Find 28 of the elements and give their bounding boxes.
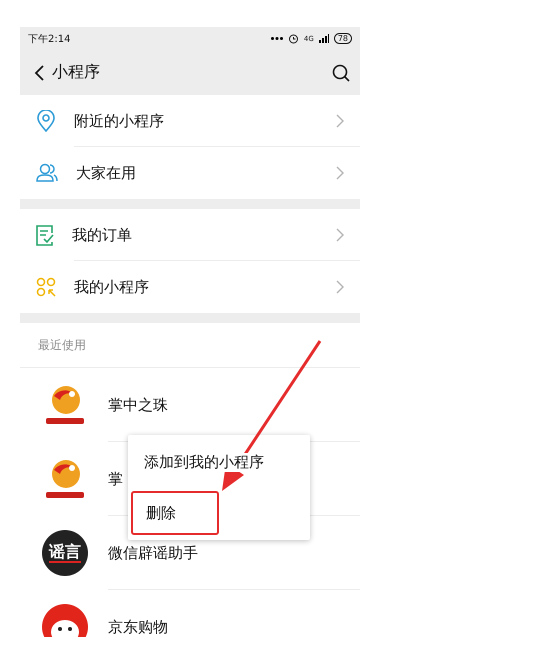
circles-icon (36, 277, 56, 297)
alarm-icon (288, 33, 299, 44)
signal-icon (318, 34, 329, 43)
back-icon[interactable] (34, 64, 44, 80)
battery-level: 78 (334, 33, 352, 44)
mini-program-name[interactable]: 掌中之珠 (108, 396, 168, 414)
menu-item[interactable]: 我的订单 (72, 226, 336, 244)
mini-program-name[interactable]: 掌 (108, 470, 123, 488)
checklist-icon (36, 224, 54, 246)
more-icon (270, 37, 283, 40)
menu-option[interactable]: 删除 (131, 491, 219, 535)
menu-item[interactable]: 附近的小程序 (74, 112, 336, 130)
page-title: 小程序 (52, 62, 101, 83)
chevron-right-icon (336, 280, 344, 294)
chevron-right-icon (336, 114, 344, 128)
people-icon (36, 163, 58, 183)
menu-item[interactable]: 大家在用 (76, 164, 336, 182)
section-title: 最近使用 (20, 323, 360, 368)
location-pin-icon (36, 110, 56, 132)
mini-program-name[interactable]: 微信辟谣助手 (108, 544, 198, 562)
chevron-right-icon (336, 228, 344, 242)
search-icon[interactable] (332, 64, 350, 82)
menu-option[interactable]: 添加到我的小程序 (128, 436, 310, 488)
logo-icon: 谣言 (42, 530, 88, 576)
mini-program-name[interactable]: 京东购物 (108, 618, 168, 636)
status-time: 下午2:14 (28, 32, 70, 46)
menu-item[interactable]: 我的小程序 (74, 278, 336, 296)
chevron-right-icon (336, 166, 344, 180)
